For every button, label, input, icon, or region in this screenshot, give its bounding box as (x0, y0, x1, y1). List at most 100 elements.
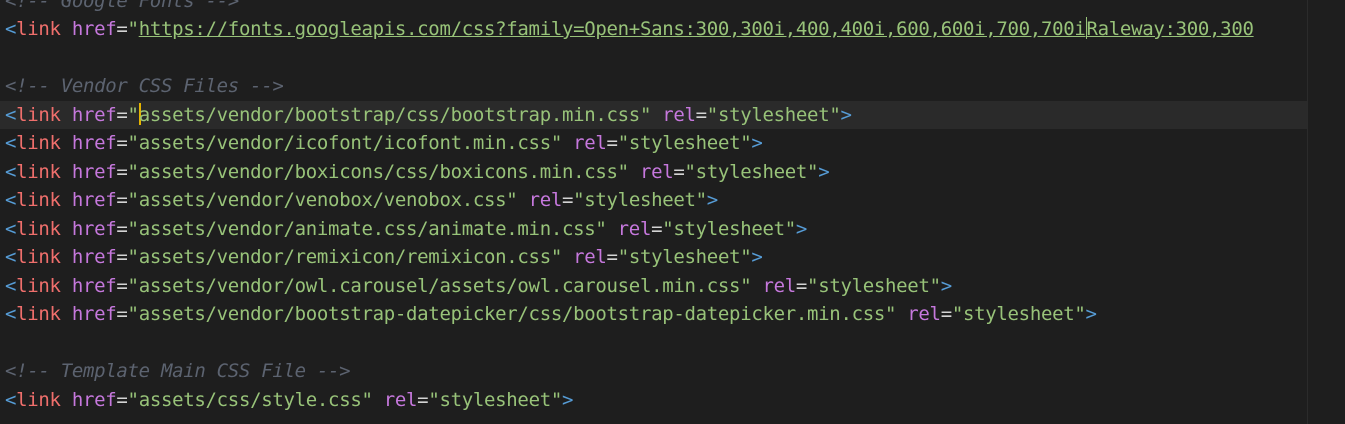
attr-name: href (71, 18, 117, 40)
attr-name: rel (573, 246, 607, 268)
code-line[interactable]: <link href="assets/vendor/owl.carousel/a… (0, 272, 952, 301)
tag-bracket: < (5, 217, 17, 240)
equals-sign: = (116, 103, 128, 126)
equals-sign: = (606, 132, 618, 154)
string-quote: " (706, 103, 718, 126)
attr-name: rel (383, 388, 418, 411)
equals-sign: = (561, 189, 574, 211)
string-quote: " (127, 18, 139, 40)
href-value: assets/vendor/owl.carousel/assets/owl.ca… (138, 274, 741, 297)
string-quote: " (127, 132, 139, 154)
code-line[interactable]: <!-- Template Main CSS File --> (0, 357, 351, 386)
code-comment: <!-- Google Fonts --> (5, 0, 239, 12)
string-quote: " (807, 274, 819, 297)
string-quote: " (662, 217, 674, 240)
tag-open: <link (5, 18, 61, 40)
attr-name: rel (573, 132, 607, 154)
href-url-continued: Raleway:300,300 (1086, 18, 1254, 40)
string-quote: " (573, 189, 585, 211)
tag-close: > (706, 189, 718, 211)
equals-sign: = (673, 160, 685, 183)
attr-name: rel (907, 303, 941, 325)
equals-sign: = (116, 217, 128, 240)
rel-value: stylesheet (439, 388, 551, 411)
tag-bracket: < (5, 132, 17, 154)
string-quote: " (885, 303, 897, 325)
string-quote: " (127, 274, 139, 297)
string-quote: " (595, 217, 607, 240)
equals-sign: = (417, 388, 429, 411)
attr-name: href (71, 217, 117, 240)
attr-name: href (71, 132, 117, 154)
code-line[interactable]: <link href="assets/vendor/remixicon/remi… (0, 243, 763, 272)
tag-open: <link (5, 132, 61, 154)
string-quote: " (550, 388, 562, 411)
code-comment: <!-- Vendor CSS Files --> (5, 75, 284, 97)
string-quote: " (951, 303, 963, 325)
string-quote: " (740, 132, 752, 154)
tag-open: <link (5, 104, 61, 126)
string-quote: " (829, 103, 841, 126)
string-quote: " (617, 246, 629, 268)
equals-sign: = (116, 388, 128, 411)
string-quote: " (428, 388, 440, 411)
code-line[interactable]: <link href="assets/vendor/animate.css/an… (0, 215, 807, 244)
code-editor[interactable]: <!-- Google Fonts --> <link href="https:/… (0, 0, 1345, 424)
string-quote: " (1074, 303, 1086, 325)
string-quote: " (740, 246, 752, 268)
tag-open: <link (5, 275, 61, 297)
tag-name: link (16, 132, 61, 154)
equals-sign: = (940, 303, 952, 325)
attr-name: rel (617, 217, 652, 240)
code-line-current[interactable]: <link href="assets/vendor/bootstrap/css/… (0, 100, 1307, 129)
equals-sign: = (116, 246, 128, 268)
tag-name: link (16, 18, 61, 40)
code-line[interactable]: <link href="https://fonts.googleapis.com… (0, 15, 1254, 44)
attr-name: rel (639, 160, 674, 183)
href-url: https://fonts.googleapis.com/css?family=… (138, 18, 1086, 40)
string-quote: " (550, 132, 562, 154)
tag-name: link (16, 274, 61, 297)
code-line[interactable]: <link href="assets/vendor/icofont/icofon… (0, 129, 763, 158)
string-quote: " (127, 388, 139, 411)
attr-name: rel (662, 103, 696, 126)
code-line[interactable]: <link href="assets/vendor/venobox/venobo… (0, 186, 718, 215)
code-line[interactable] (0, 44, 5, 73)
rel-value: stylesheet (962, 303, 1075, 325)
href-value: assets/vendor/icofont/icofont.min.css (138, 132, 551, 154)
string-quote: " (127, 103, 139, 126)
tag-bracket: < (5, 274, 17, 297)
attr-name: href (71, 189, 117, 211)
tag-name: link (16, 103, 61, 126)
string-quote: " (784, 217, 796, 240)
equals-sign: = (116, 18, 128, 40)
attr-name: rel (762, 274, 796, 297)
string-quote: " (617, 132, 629, 154)
tag-bracket: < (5, 246, 17, 268)
tag-bracket: < (5, 103, 17, 126)
equals-sign: = (606, 246, 618, 268)
tag-close: > (751, 132, 763, 154)
code-line[interactable]: <link href="assets/vendor/boxicons/css/b… (0, 158, 830, 187)
code-line[interactable]: <!-- Google Fonts --> (0, 0, 239, 15)
tag-close: > (795, 217, 808, 240)
editor-ruler (1307, 0, 1308, 424)
tag-name: link (16, 160, 61, 183)
code-line[interactable]: <link href="assets/css/style.css" rel="s… (0, 386, 573, 415)
tag-name: link (16, 217, 61, 240)
code-line[interactable]: <link href="assets/vendor/bootstrap-date… (0, 300, 1097, 329)
tag-name: link (16, 303, 61, 325)
string-quote: " (684, 160, 696, 183)
code-line[interactable] (0, 329, 5, 358)
tag-name: link (16, 388, 61, 411)
tag-close: > (751, 246, 763, 268)
tag-bracket: < (5, 388, 17, 411)
tag-close: > (1085, 303, 1097, 325)
href-value: assets/vendor/bootstrap-datepicker/css/b… (138, 303, 886, 325)
tag-name: link (16, 246, 61, 268)
rel-value: stylesheet (628, 132, 741, 154)
href-value: assets/vendor/animate.css/animate.min.cs… (138, 217, 596, 240)
tag-open: <link (5, 218, 61, 240)
code-line[interactable]: <!-- Vendor CSS Files --> (0, 72, 284, 101)
rel-value: stylesheet (717, 103, 830, 126)
